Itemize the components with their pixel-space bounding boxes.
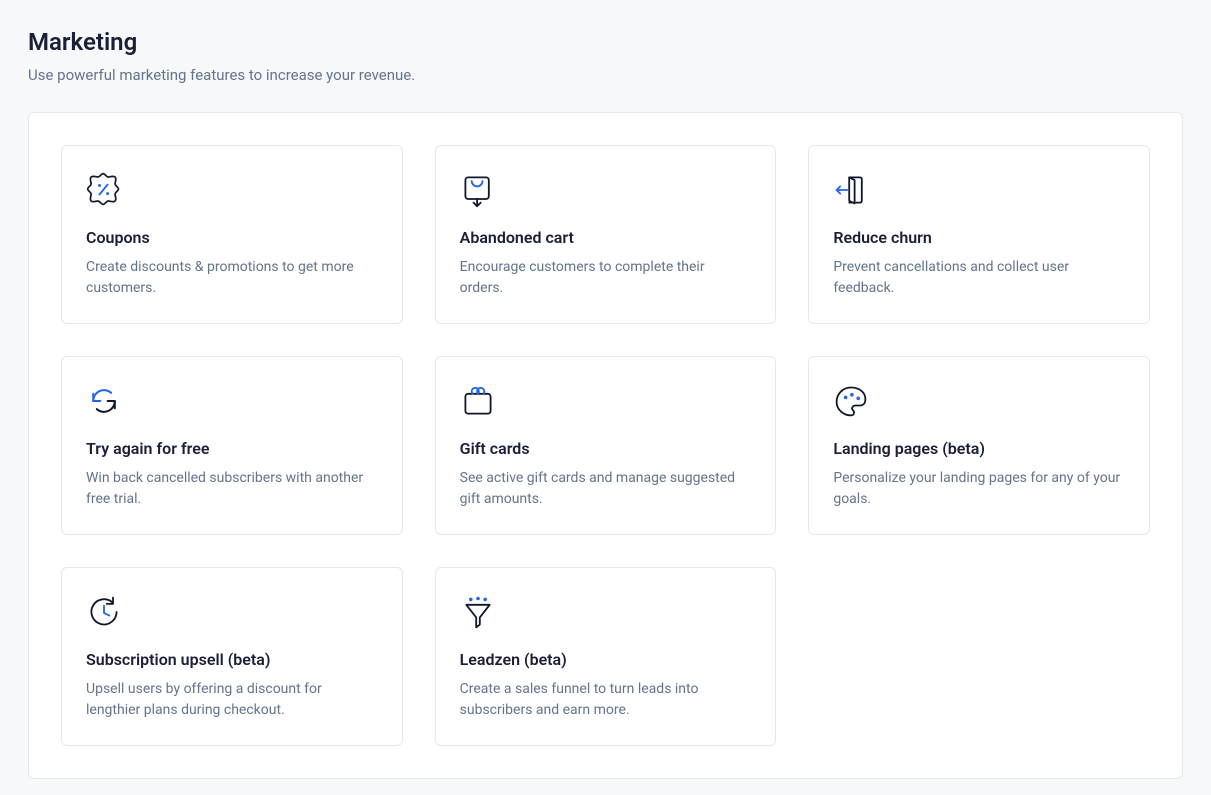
card-leadzen[interactable]: Leadzen (beta) Create a sales funnel to … [435,567,777,746]
card-title: Coupons [86,228,378,247]
percent-badge-icon [86,170,126,210]
panel: Coupons Create discounts & promotions to… [28,112,1183,779]
funnel-icon [460,592,500,632]
card-desc: See active gift cards and manage suggest… [460,468,752,510]
card-subscription-upsell[interactable]: Subscription upsell (beta) Upsell users … [61,567,403,746]
card-coupons[interactable]: Coupons Create discounts & promotions to… [61,145,403,324]
card-desc: Create a sales funnel to turn leads into… [460,679,752,721]
card-landing-pages[interactable]: Landing pages (beta) Personalize your la… [808,356,1150,535]
page-title: Marketing [28,28,1183,56]
card-abandoned-cart[interactable]: Abandoned cart Encourage customers to co… [435,145,777,324]
card-title: Subscription upsell (beta) [86,650,378,669]
page-subtitle: Use powerful marketing features to incre… [28,66,1183,84]
card-title: Gift cards [460,439,752,458]
card-desc: Create discounts & promotions to get mor… [86,257,378,299]
cards-grid: Coupons Create discounts & promotions to… [61,145,1150,746]
card-desc: Personalize your landing pages for any o… [833,468,1125,510]
card-gift-cards[interactable]: Gift cards See active gift cards and man… [435,356,777,535]
card-try-again[interactable]: Try again for free Win back cancelled su… [61,356,403,535]
card-reduce-churn[interactable]: Reduce churn Prevent cancellations and c… [808,145,1150,324]
card-title: Try again for free [86,439,378,458]
palette-icon [833,381,873,421]
clock-redo-icon [86,592,126,632]
card-desc: Prevent cancellations and collect user f… [833,257,1125,299]
card-title: Reduce churn [833,228,1125,247]
card-title: Leadzen (beta) [460,650,752,669]
card-desc: Encourage customers to complete their or… [460,257,752,299]
card-title: Landing pages (beta) [833,439,1125,458]
card-desc: Upsell users by offering a discount for … [86,679,378,721]
bag-return-icon [460,170,500,210]
card-title: Abandoned cart [460,228,752,247]
refresh-icon [86,381,126,421]
door-exit-icon [833,170,873,210]
card-desc: Win back cancelled subscribers with anot… [86,468,378,510]
gift-icon [460,381,500,421]
